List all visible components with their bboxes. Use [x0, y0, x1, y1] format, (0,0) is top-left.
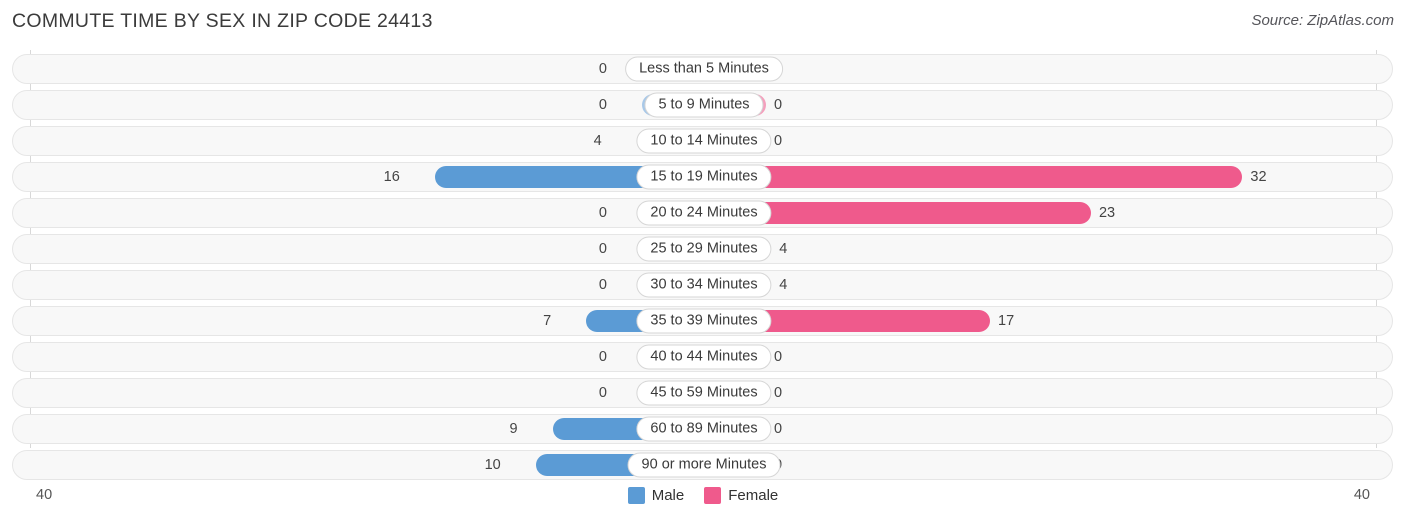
table-row: 00Less than 5 Minutes: [12, 54, 1393, 84]
row-content: 0 0 45 to 59 Minutes: [13, 379, 1392, 407]
value-label-female: 0: [774, 385, 783, 401]
legend-label-male: Male: [651, 487, 685, 504]
row-content: 4 0 10 to 14 Minutes: [13, 127, 1392, 155]
value-label-male: 0: [598, 277, 607, 293]
row-content: 16 32 15 to 19 Minutes: [13, 163, 1392, 191]
chart-legend: Male Female: [0, 487, 1406, 504]
category-label-pill: 30 to 34 Minutes: [636, 272, 772, 298]
category-label-pill: 90 or more Minutes: [627, 452, 781, 478]
value-label-male: 0: [598, 61, 607, 77]
value-label-male: 0: [598, 241, 607, 257]
row-content: 9 0 60 to 89 Minutes: [13, 415, 1392, 443]
value-label-male: 10: [484, 457, 501, 473]
row-content: 0 0 40 to 44 Minutes: [13, 343, 1392, 371]
value-label-female: 0: [774, 133, 783, 149]
table-row: 4 0 10 to 14 Minutes: [12, 126, 1393, 156]
table-row: 0 0 40 to 44 Minutes: [12, 342, 1393, 372]
category-label-pill: Less than 5 Minutes: [625, 56, 783, 82]
value-label-male: 4: [593, 133, 602, 149]
category-label-pill: 35 to 39 Minutes: [636, 308, 772, 334]
value-label-female: 0: [774, 97, 783, 113]
row-content: 0 23 20 to 24 Minutes: [13, 199, 1392, 227]
value-label-male: 16: [383, 169, 400, 185]
value-label-male: 0: [598, 97, 607, 113]
category-label-pill: 60 to 89 Minutes: [636, 416, 772, 442]
table-row: 0 0 5 to 9 Minutes: [12, 90, 1393, 120]
legend-label-female: Female: [728, 487, 779, 504]
category-label-pill: 15 to 19 Minutes: [636, 164, 772, 190]
table-row: 7 17 35 to 39 Minutes: [12, 306, 1393, 336]
category-label-pill: 20 to 24 Minutes: [636, 200, 772, 226]
table-row: 10090 or more Minutes: [12, 450, 1393, 480]
value-label-male: 7: [543, 313, 552, 329]
value-label-female: 17: [998, 313, 1015, 329]
category-label-pill: 10 to 14 Minutes: [636, 128, 772, 154]
table-row: 0 23 20 to 24 Minutes: [12, 198, 1393, 228]
value-label-female: 4: [779, 241, 788, 257]
value-label-female: 0: [774, 421, 783, 437]
row-content: 00Less than 5 Minutes: [13, 55, 1392, 83]
category-label-pill: 45 to 59 Minutes: [636, 380, 772, 406]
page-title: COMMUTE TIME BY SEX IN ZIP CODE 24413: [12, 10, 433, 32]
value-label-male: 0: [598, 205, 607, 221]
legend-item-female: Female: [704, 487, 778, 504]
row-content: 0 4 25 to 29 Minutes: [13, 235, 1392, 263]
table-row: 0 0 45 to 59 Minutes: [12, 378, 1393, 408]
legend-item-male: Male: [627, 487, 685, 504]
source-attribution: Source: ZipAtlas.com: [1251, 12, 1394, 29]
legend-swatch-male: [627, 487, 645, 504]
value-label-female: 23: [1098, 205, 1116, 221]
category-label-pill: 25 to 29 Minutes: [636, 236, 772, 262]
row-content: 7 17 35 to 39 Minutes: [13, 307, 1392, 335]
legend-swatch-female: [704, 487, 722, 504]
category-label-pill: 5 to 9 Minutes: [644, 92, 764, 118]
bar-female: [704, 166, 1243, 188]
table-row: 0 4 25 to 29 Minutes: [12, 234, 1393, 264]
value-label-male: 0: [598, 385, 607, 401]
category-label-pill: 40 to 44 Minutes: [636, 344, 772, 370]
table-row: 16 32 15 to 19 Minutes: [12, 162, 1393, 192]
plot-area: 00Less than 5 Minutes005 to 9 Minutes401…: [0, 50, 1406, 482]
table-row: 9 0 60 to 89 Minutes: [12, 414, 1393, 444]
value-label-male: 9: [509, 421, 518, 437]
value-label-female: 32: [1250, 169, 1267, 185]
row-content: 0 4 30 to 34 Minutes: [13, 271, 1392, 299]
row-content: 0 0 5 to 9 Minutes: [13, 91, 1392, 119]
value-label-female: 4: [779, 277, 788, 293]
value-label-female: 0: [774, 349, 783, 365]
value-label-male: 0: [598, 349, 607, 365]
table-row: 0 4 30 to 34 Minutes: [12, 270, 1393, 300]
chart-page: COMMUTE TIME BY SEX IN ZIP CODE 24413 So…: [0, 0, 1406, 522]
row-content: 10090 or more Minutes: [13, 451, 1392, 479]
